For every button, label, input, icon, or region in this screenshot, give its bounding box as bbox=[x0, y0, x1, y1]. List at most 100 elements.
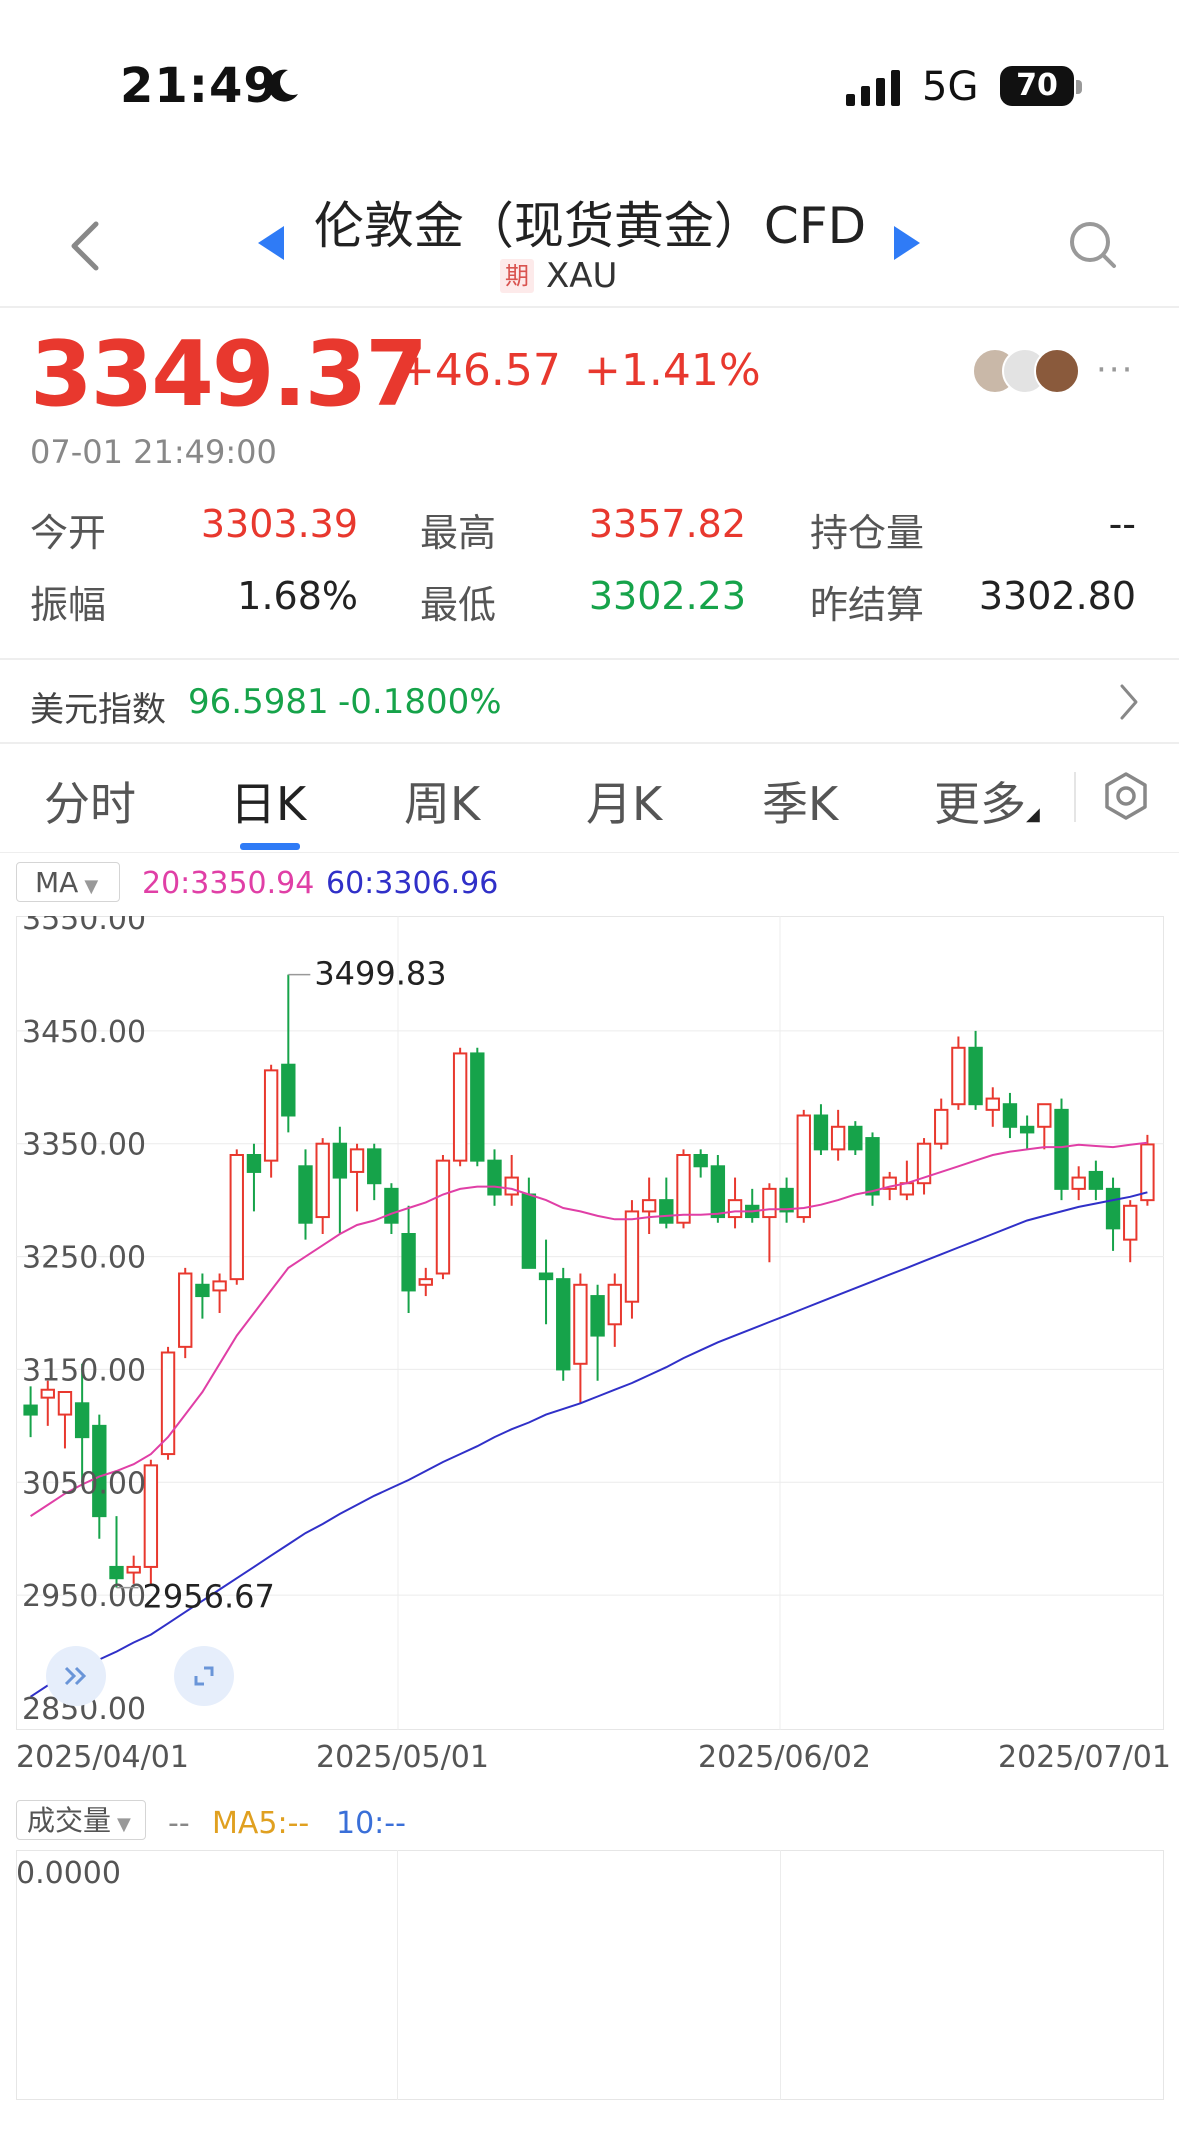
x-axis-label: 2025/04/01 bbox=[16, 1740, 189, 1775]
candle-body bbox=[160, 1351, 176, 1456]
candle-body bbox=[1088, 1170, 1104, 1190]
tab-daily-k[interactable]: 日K bbox=[230, 768, 306, 834]
candle-body bbox=[1123, 1204, 1138, 1241]
volume-value: -- bbox=[168, 1806, 190, 1841]
candle-body bbox=[710, 1165, 726, 1219]
candle-body bbox=[126, 1565, 141, 1574]
stat-label: 最高 bbox=[420, 511, 497, 555]
candle-body bbox=[470, 1052, 485, 1162]
tab-intraday[interactable]: 分时 bbox=[44, 768, 136, 834]
candle-body bbox=[521, 1193, 537, 1269]
candle-body bbox=[796, 1114, 811, 1219]
candle-body bbox=[195, 1283, 210, 1298]
stat-value: 3357.82 bbox=[588, 502, 746, 546]
volume-ma5: MA5:-- bbox=[212, 1806, 310, 1841]
candle-body bbox=[143, 1464, 159, 1568]
candle-body bbox=[74, 1402, 90, 1439]
candle-body bbox=[246, 1154, 262, 1173]
x-axis-label: 2025/06/02 bbox=[698, 1740, 871, 1775]
battery-tip bbox=[1076, 80, 1082, 94]
volume-gridline bbox=[397, 1850, 398, 2100]
candle-body bbox=[109, 1565, 124, 1580]
settings-gear-icon[interactable] bbox=[1100, 770, 1152, 822]
y-axis-label: 3350.00 bbox=[22, 1128, 146, 1163]
prev-instrument-icon[interactable] bbox=[258, 226, 284, 260]
usd-divider bbox=[0, 742, 1179, 744]
y-axis-label: 3550.00 bbox=[22, 916, 146, 937]
tab-quarterly-k[interactable]: 季K bbox=[762, 768, 838, 834]
candle-body bbox=[332, 1142, 348, 1179]
candle-body bbox=[1054, 1108, 1069, 1190]
candle-body bbox=[762, 1187, 777, 1219]
instrument-subtitle: 期 XAU bbox=[500, 256, 617, 296]
tab-more[interactable]: 更多◢ bbox=[934, 768, 1040, 834]
stat-value: 3302.80 bbox=[978, 574, 1136, 618]
expand-left-button[interactable] bbox=[46, 1646, 106, 1706]
candle-body bbox=[848, 1125, 863, 1151]
stat-label: 昨结算 bbox=[810, 583, 925, 627]
avatar[interactable] bbox=[1034, 348, 1080, 394]
candle-body bbox=[1105, 1187, 1121, 1230]
stat-value: -- bbox=[1108, 502, 1136, 546]
ma-indicator-select[interactable]: MA ▼ bbox=[16, 862, 120, 902]
candle-body bbox=[556, 1278, 571, 1371]
candle-body bbox=[367, 1148, 382, 1185]
fullscreen-icon bbox=[194, 1666, 214, 1686]
candle-body bbox=[813, 1114, 829, 1151]
candle-body bbox=[985, 1097, 1000, 1111]
stat-label: 最低 bbox=[420, 583, 497, 627]
y-axis-label: 2950.00 bbox=[22, 1579, 146, 1614]
candle-body bbox=[281, 1063, 296, 1117]
price-change-percent: +1.41% bbox=[584, 345, 761, 396]
candle-body bbox=[865, 1137, 880, 1196]
x-axis-label: 2025/05/01 bbox=[316, 1740, 489, 1775]
candle-body bbox=[624, 1210, 640, 1303]
search-icon[interactable] bbox=[1066, 218, 1120, 272]
volume-chart[interactable] bbox=[16, 1850, 1164, 2100]
candle-body bbox=[573, 1283, 588, 1365]
network-type: 5G bbox=[922, 64, 979, 110]
tab-monthly-k[interactable]: 月K bbox=[586, 768, 662, 834]
candle-body bbox=[229, 1154, 244, 1281]
candle-body bbox=[212, 1280, 227, 1292]
candle-body bbox=[452, 1052, 468, 1162]
candle-body bbox=[641, 1199, 657, 1213]
next-instrument-icon[interactable] bbox=[894, 226, 920, 260]
back-chevron-icon[interactable] bbox=[66, 218, 106, 274]
candle-body bbox=[968, 1046, 983, 1106]
chevron-right-icon[interactable] bbox=[1118, 682, 1140, 722]
tab-weekly-k[interactable]: 周K bbox=[404, 768, 480, 834]
candle-body bbox=[1037, 1103, 1052, 1128]
candle-body bbox=[676, 1154, 691, 1224]
candle-body bbox=[263, 1069, 279, 1162]
candle-body bbox=[1140, 1143, 1155, 1202]
price-change: +46.57 bbox=[398, 345, 561, 396]
candle-body bbox=[1002, 1103, 1018, 1128]
quote-timestamp: 07-01 21:49:00 bbox=[30, 433, 277, 471]
stat-label: 持仓量 bbox=[810, 511, 925, 555]
candle-body bbox=[607, 1283, 622, 1326]
candle-body bbox=[23, 1404, 38, 1416]
y-axis-label: 3050.00 bbox=[22, 1466, 146, 1501]
high-annotation: 3499.83 bbox=[314, 955, 446, 993]
stat-label: 今开 bbox=[30, 511, 107, 555]
volume-indicator-select[interactable]: 成交量 ▼ bbox=[16, 1800, 146, 1840]
volume-axis-zero: 0.0000 bbox=[16, 1856, 121, 1891]
stat-value: 3302.23 bbox=[588, 574, 746, 618]
candle-body bbox=[504, 1176, 519, 1196]
candle-body bbox=[934, 1108, 949, 1145]
moon-icon bbox=[268, 69, 298, 102]
battery-icon: 70 bbox=[1000, 66, 1074, 106]
fullscreen-button[interactable] bbox=[174, 1646, 234, 1706]
low-annotation: 2956.67 bbox=[143, 1578, 275, 1616]
ma20-value: 20:3350.94 bbox=[142, 866, 315, 901]
usd-index-label[interactable]: 美元指数 bbox=[30, 682, 166, 731]
tab-more-label: 更多 bbox=[934, 777, 1026, 831]
candlestick-chart[interactable]: 3550.00 3450.00 3350.00 3250.00 3150.00 3050.… bbox=[16, 916, 1164, 1730]
candle-body bbox=[830, 1125, 846, 1151]
candle-body bbox=[435, 1159, 451, 1275]
candle-body bbox=[487, 1159, 502, 1196]
stat-label: 振幅 bbox=[30, 583, 107, 627]
candle-body bbox=[1071, 1176, 1086, 1190]
more-icon[interactable]: ··· bbox=[1096, 350, 1134, 390]
